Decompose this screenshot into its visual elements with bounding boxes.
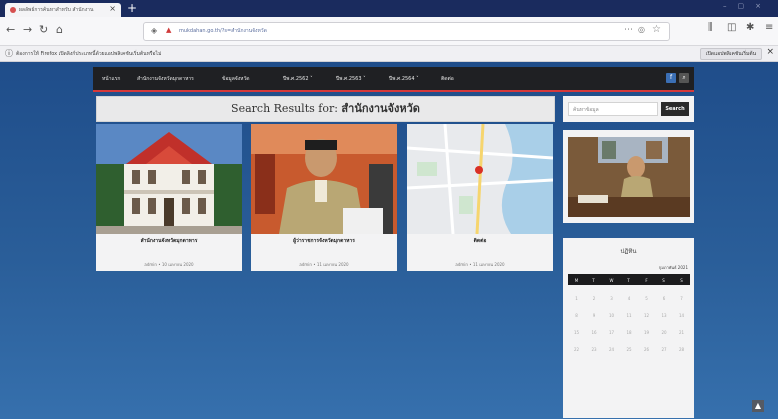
calendar-day[interactable]: 26 xyxy=(638,347,655,352)
shield-icon[interactable]: ◈ xyxy=(151,26,157,35)
new-tab-button[interactable]: + xyxy=(125,2,139,15)
calendar-day[interactable]: 14 xyxy=(673,313,690,318)
result-meta: admin • 11 เมษายน 2020 xyxy=(299,262,349,267)
notification-bar: ⓘ ต้องการให้ Firefox เปิดลิงก์ประเภทนี้ด… xyxy=(0,46,778,62)
sidebar-search-widget: ค้นหาข้อมูล Search xyxy=(563,96,694,122)
scroll-to-top-button[interactable]: ▲ xyxy=(752,400,764,412)
calendar-day[interactable]: 20 xyxy=(656,330,673,335)
sidebar-photo-widget xyxy=(563,130,694,223)
nav-item-home[interactable]: หน้าแรก xyxy=(102,75,120,83)
pocket-icon[interactable]: ◎ xyxy=(638,25,645,34)
calendar-day[interactable]: 21 xyxy=(673,330,690,335)
library-icon[interactable]: ⫼ xyxy=(708,22,713,33)
calendar-widget: ปฏิทิน กุมภาพันธ์ 2021 M T W T F S S 123… xyxy=(563,238,694,418)
nav-item-province-info[interactable]: ข้อมูลจังหวัด xyxy=(222,75,250,83)
calendar-day[interactable]: 28 xyxy=(673,347,690,352)
url-bar[interactable]: ◈ ▲ mukdahan.go.th/?s=สำนักงานจังหวัด ⋯ … xyxy=(143,22,670,41)
result-image-governor[interactable] xyxy=(251,124,397,234)
back-icon[interactable]: ← xyxy=(6,23,15,37)
info-icon: ⓘ xyxy=(5,49,13,58)
results-heading-prefix: Search Results for: xyxy=(231,102,338,115)
nav-search-icon[interactable]: ⌕ xyxy=(679,73,689,83)
weekday-label: W xyxy=(609,278,614,283)
tab-title: ผลลัพธ์การค้นหาสำหรับ สำนักงาน xyxy=(19,7,94,13)
calendar-day[interactable]: 8 xyxy=(568,313,585,318)
nav-item-2562[interactable]: ปีพ.ศ.2562 ˅ xyxy=(283,75,313,83)
calendar-day[interactable]: 1 xyxy=(568,296,585,301)
notification-action-button[interactable]: เปิดแอปพลิเคชันเริ่มต้น xyxy=(699,48,762,60)
results-query: สำนักงานจังหวัด xyxy=(341,102,420,115)
result-card[interactable]: ผู้ว่าราชการจังหวัดมุกดาหาร admin • 11 เ… xyxy=(251,124,397,271)
weekday-label: M xyxy=(574,278,579,283)
result-meta: admin • 10 เมษายน 2020 xyxy=(144,262,194,267)
window-controls[interactable]: –▢× xyxy=(723,2,772,10)
calendar-day[interactable]: 12 xyxy=(638,313,655,318)
browser-tab[interactable]: ผลลัพธ์การค้นหาสำหรับ สำนักงาน × xyxy=(5,3,121,17)
calendar-day[interactable]: 16 xyxy=(586,330,603,335)
sidebar-search-button[interactable]: Search xyxy=(661,102,689,116)
calendar-day[interactable]: 4 xyxy=(621,296,638,301)
calendar-day[interactable]: 18 xyxy=(621,330,638,335)
calendar-day[interactable]: 24 xyxy=(603,347,620,352)
calendar-day[interactable]: 22 xyxy=(568,347,585,352)
calendar-day[interactable]: 27 xyxy=(656,347,673,352)
weekday-label: T xyxy=(592,278,595,283)
browser-navbar: ← → ↻ ⌂ ◈ ▲ mukdahan.go.th/?s=สำนักงานจั… xyxy=(0,17,778,46)
calendar-day[interactable]: 9 xyxy=(586,313,603,318)
site-favicon-icon xyxy=(10,7,16,13)
result-image-building[interactable] xyxy=(96,124,242,234)
calendar-day[interactable]: 25 xyxy=(621,347,638,352)
calendar-month: กุมภาพันธ์ 2021 xyxy=(658,265,688,270)
result-meta: admin • 11 เมษายน 2020 xyxy=(455,262,505,267)
calendar-day[interactable]: 2 xyxy=(586,296,603,301)
calendar-day[interactable]: 7 xyxy=(673,296,690,301)
reload-icon[interactable]: ↻ xyxy=(39,23,48,37)
home-icon[interactable]: ⌂ xyxy=(56,23,63,37)
sidebar-search-input[interactable]: ค้นหาข้อมูล xyxy=(568,102,658,116)
result-card[interactable]: สำนักงานจังหวัดมุกดาหาร admin • 10 เมษาย… xyxy=(96,124,242,271)
weekday-label: T xyxy=(627,278,630,283)
browser-tabbar: ผลลัพธ์การค้นหาสำหรับ สำนักงาน × + –▢× xyxy=(0,0,778,17)
result-image-map[interactable] xyxy=(407,124,553,234)
calendar-title: ปฏิทิน xyxy=(620,248,637,255)
calendar-day[interactable]: 5 xyxy=(638,296,655,301)
sidebar-photo-governor[interactable] xyxy=(568,137,690,217)
weekday-label: S xyxy=(680,278,683,283)
calendar-day[interactable]: 23 xyxy=(586,347,603,352)
page-actions-icon[interactable]: ⋯ xyxy=(624,25,633,35)
bookmark-star-icon[interactable]: ☆ xyxy=(652,24,661,35)
calendar-day[interactable]: 17 xyxy=(603,330,620,335)
result-title[interactable]: สำนักงานจังหวัดมุกดาหาร xyxy=(96,237,242,245)
calendar-weekday-row: M T W T F S S xyxy=(568,274,690,285)
calendar-day[interactable]: 15 xyxy=(568,330,585,335)
search-results-heading: Search Results for: สำนักงานจังหวัด xyxy=(96,96,555,122)
weekday-label: F xyxy=(645,278,648,283)
extensions-icon[interactable]: ✱ xyxy=(746,22,754,33)
sidebar-icon[interactable]: ◫ xyxy=(727,22,736,33)
insecure-lock-icon[interactable]: ▲ xyxy=(166,26,171,34)
calendar-day[interactable]: 3 xyxy=(603,296,620,301)
nav-item-office[interactable]: สำนักงานจังหวัดมุกดาหาร xyxy=(137,75,194,83)
weekday-label: S xyxy=(662,278,665,283)
notification-close-icon[interactable]: × xyxy=(766,47,774,57)
nav-item-2564[interactable]: ปีพ.ศ.2564 ˅ xyxy=(389,75,419,83)
result-title[interactable]: ผู้ว่าราชการจังหวัดมุกดาหาร xyxy=(251,237,397,245)
nav-item-2563[interactable]: ปีพ.ศ.2563 ˅ xyxy=(336,75,366,83)
page-content: หน้าแรก สำนักงานจังหวัดมุกดาหาร ข้อมูลจั… xyxy=(0,62,778,419)
notification-text: ต้องการให้ Firefox เปิดลิงก์ประเภทนี้ด้ว… xyxy=(16,51,162,57)
calendar-day[interactable]: 19 xyxy=(638,330,655,335)
forward-icon[interactable]: → xyxy=(23,23,32,37)
calendar-day[interactable]: 6 xyxy=(656,296,673,301)
url-text[interactable]: mukdahan.go.th/?s=สำนักงานจังหวัด xyxy=(179,27,267,35)
menu-icon[interactable]: ≡ xyxy=(765,22,773,33)
result-card[interactable]: ติดต่อ admin • 11 เมษายน 2020 xyxy=(407,124,553,271)
facebook-icon[interactable]: f xyxy=(666,73,676,83)
calendar-day[interactable]: 11 xyxy=(621,313,638,318)
result-title[interactable]: ติดต่อ xyxy=(407,237,553,245)
nav-item-contact[interactable]: ติดต่อ xyxy=(441,75,454,83)
tab-close-icon[interactable]: × xyxy=(109,4,116,13)
site-nav: หน้าแรก สำนักงานจังหวัดมุกดาหาร ข้อมูลจั… xyxy=(93,67,694,92)
calendar-day[interactable]: 13 xyxy=(656,313,673,318)
calendar-day[interactable]: 10 xyxy=(603,313,620,318)
